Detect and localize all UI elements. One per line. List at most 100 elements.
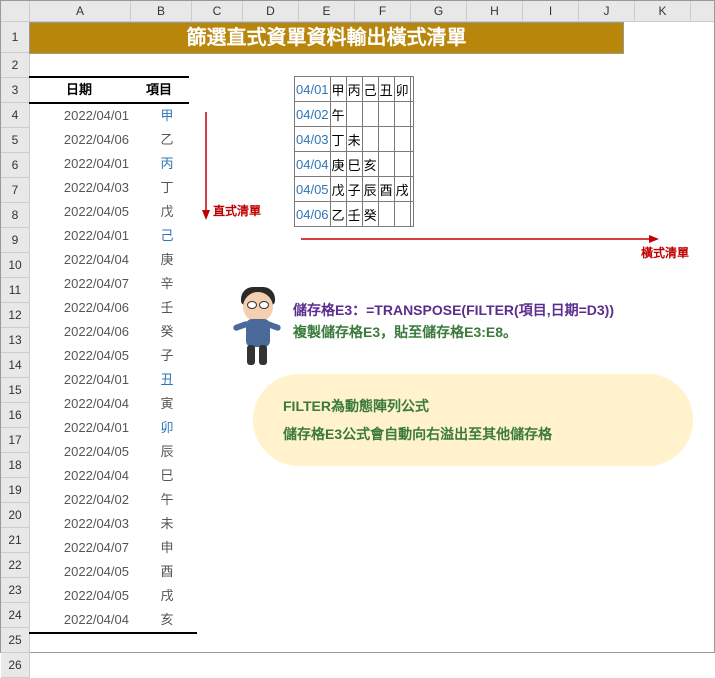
htable-cell[interactable]: 癸 bbox=[362, 202, 378, 227]
row-header[interactable]: 3 bbox=[1, 78, 30, 103]
col-header[interactable]: B bbox=[131, 1, 192, 21]
htable-cell[interactable]: 卯 bbox=[394, 77, 410, 102]
htable-cell[interactable] bbox=[378, 127, 394, 152]
date-cell[interactable]: 2022/04/06 bbox=[29, 320, 137, 344]
item-cell[interactable]: 巳 bbox=[137, 464, 197, 488]
row-header[interactable]: 23 bbox=[1, 578, 30, 603]
item-cell[interactable]: 酉 bbox=[137, 560, 197, 584]
htable-cell[interactable]: 午 bbox=[330, 102, 346, 127]
item-cell[interactable]: 戊 bbox=[137, 200, 197, 224]
htable-cell[interactable] bbox=[410, 177, 413, 202]
htable-cell[interactable] bbox=[362, 102, 378, 127]
date-cell[interactable]: 2022/04/04 bbox=[29, 608, 137, 634]
date-cell[interactable]: 2022/04/05 bbox=[29, 440, 137, 464]
date-cell[interactable]: 2022/04/01 bbox=[29, 368, 137, 392]
col-header[interactable]: G bbox=[411, 1, 467, 21]
date-cell[interactable]: 2022/04/07 bbox=[29, 536, 137, 560]
item-cell[interactable]: 壬 bbox=[137, 296, 197, 320]
htable-cell[interactable]: 04/03 bbox=[295, 127, 331, 152]
row-header[interactable]: 14 bbox=[1, 353, 30, 378]
htable-cell[interactable] bbox=[410, 77, 413, 102]
date-cell[interactable]: 2022/04/01 bbox=[29, 224, 137, 248]
col-header[interactable]: A bbox=[30, 1, 131, 21]
htable-cell[interactable]: 子 bbox=[346, 177, 362, 202]
date-cell[interactable]: 2022/04/04 bbox=[29, 248, 137, 272]
htable-cell[interactable]: 04/02 bbox=[295, 102, 331, 127]
htable-cell[interactable]: 壬 bbox=[346, 202, 362, 227]
date-cell[interactable]: 2022/04/05 bbox=[29, 200, 137, 224]
htable-cell[interactable]: 戊 bbox=[330, 177, 346, 202]
col-header[interactable]: K bbox=[635, 1, 691, 21]
htable-cell[interactable]: 甲 bbox=[330, 77, 346, 102]
row-header[interactable]: 7 bbox=[1, 178, 30, 203]
item-cell[interactable]: 戌 bbox=[137, 584, 197, 608]
htable-cell[interactable]: 亥 bbox=[362, 152, 378, 177]
item-cell[interactable]: 癸 bbox=[137, 320, 197, 344]
item-cell[interactable]: 辰 bbox=[137, 440, 197, 464]
htable-cell[interactable]: 乙 bbox=[330, 202, 346, 227]
row-header[interactable]: 10 bbox=[1, 253, 30, 278]
htable-cell[interactable]: 丑 bbox=[378, 77, 394, 102]
item-cell[interactable]: 甲 bbox=[137, 104, 197, 128]
row-header[interactable]: 2 bbox=[1, 53, 30, 78]
date-cell[interactable]: 2022/04/05 bbox=[29, 560, 137, 584]
htable-cell[interactable] bbox=[410, 102, 413, 127]
date-cell[interactable]: 2022/04/03 bbox=[29, 176, 137, 200]
col-header[interactable]: H bbox=[467, 1, 523, 21]
item-cell[interactable]: 辛 bbox=[137, 272, 197, 296]
item-cell[interactable]: 午 bbox=[137, 488, 197, 512]
row-header[interactable]: 17 bbox=[1, 428, 30, 453]
date-cell[interactable]: 2022/04/04 bbox=[29, 464, 137, 488]
date-cell[interactable]: 2022/04/05 bbox=[29, 584, 137, 608]
htable-cell[interactable] bbox=[410, 127, 413, 152]
corner-cell[interactable] bbox=[1, 1, 30, 21]
htable-cell[interactable]: 酉 bbox=[378, 177, 394, 202]
date-cell[interactable]: 2022/04/04 bbox=[29, 392, 137, 416]
htable-cell[interactable]: 04/05 bbox=[295, 177, 331, 202]
item-cell[interactable]: 丙 bbox=[137, 152, 197, 176]
htable-cell[interactable] bbox=[394, 202, 410, 227]
item-cell[interactable]: 丑 bbox=[137, 368, 197, 392]
item-cell[interactable]: 申 bbox=[137, 536, 197, 560]
item-cell[interactable]: 庚 bbox=[137, 248, 197, 272]
item-cell[interactable]: 己 bbox=[137, 224, 197, 248]
htable-cell[interactable]: 丙 bbox=[346, 77, 362, 102]
htable-cell[interactable] bbox=[394, 102, 410, 127]
htable-cell[interactable] bbox=[378, 152, 394, 177]
htable-cell[interactable] bbox=[394, 127, 410, 152]
row-header[interactable]: 16 bbox=[1, 403, 30, 428]
htable-cell[interactable] bbox=[410, 152, 413, 177]
htable-cell[interactable] bbox=[410, 202, 413, 227]
col-header[interactable]: C bbox=[192, 1, 243, 21]
row-header[interactable]: 18 bbox=[1, 453, 30, 478]
date-cell[interactable]: 2022/04/02 bbox=[29, 488, 137, 512]
date-cell[interactable]: 2022/04/06 bbox=[29, 128, 137, 152]
row-header[interactable]: 19 bbox=[1, 478, 30, 503]
date-cell[interactable]: 2022/04/03 bbox=[29, 512, 137, 536]
row-header[interactable]: 11 bbox=[1, 278, 30, 303]
row-header[interactable]: 12 bbox=[1, 303, 30, 328]
col-header[interactable]: E bbox=[299, 1, 355, 21]
row-header[interactable]: 22 bbox=[1, 553, 30, 578]
htable-cell[interactable]: 未 bbox=[346, 127, 362, 152]
item-cell[interactable]: 子 bbox=[137, 344, 197, 368]
htable-cell[interactable]: 04/04 bbox=[295, 152, 331, 177]
row-header[interactable]: 21 bbox=[1, 528, 30, 553]
date-cell[interactable]: 2022/04/01 bbox=[29, 104, 137, 128]
row-header[interactable]: 9 bbox=[1, 228, 30, 253]
item-cell[interactable]: 未 bbox=[137, 512, 197, 536]
item-cell[interactable]: 亥 bbox=[137, 608, 197, 634]
htable-cell[interactable] bbox=[346, 102, 362, 127]
date-cell[interactable]: 2022/04/01 bbox=[29, 152, 137, 176]
htable-cell[interactable]: 庚 bbox=[330, 152, 346, 177]
item-cell[interactable]: 寅 bbox=[137, 392, 197, 416]
date-cell[interactable]: 2022/04/01 bbox=[29, 416, 137, 440]
date-cell[interactable]: 2022/04/06 bbox=[29, 296, 137, 320]
item-cell[interactable]: 卯 bbox=[137, 416, 197, 440]
date-cell[interactable]: 2022/04/05 bbox=[29, 344, 137, 368]
htable-cell[interactable]: 丁 bbox=[330, 127, 346, 152]
htable-cell[interactable]: 04/06 bbox=[295, 202, 331, 227]
row-header[interactable]: 8 bbox=[1, 203, 30, 228]
row-header[interactable]: 25 bbox=[1, 628, 30, 653]
row-header[interactable]: 15 bbox=[1, 378, 30, 403]
